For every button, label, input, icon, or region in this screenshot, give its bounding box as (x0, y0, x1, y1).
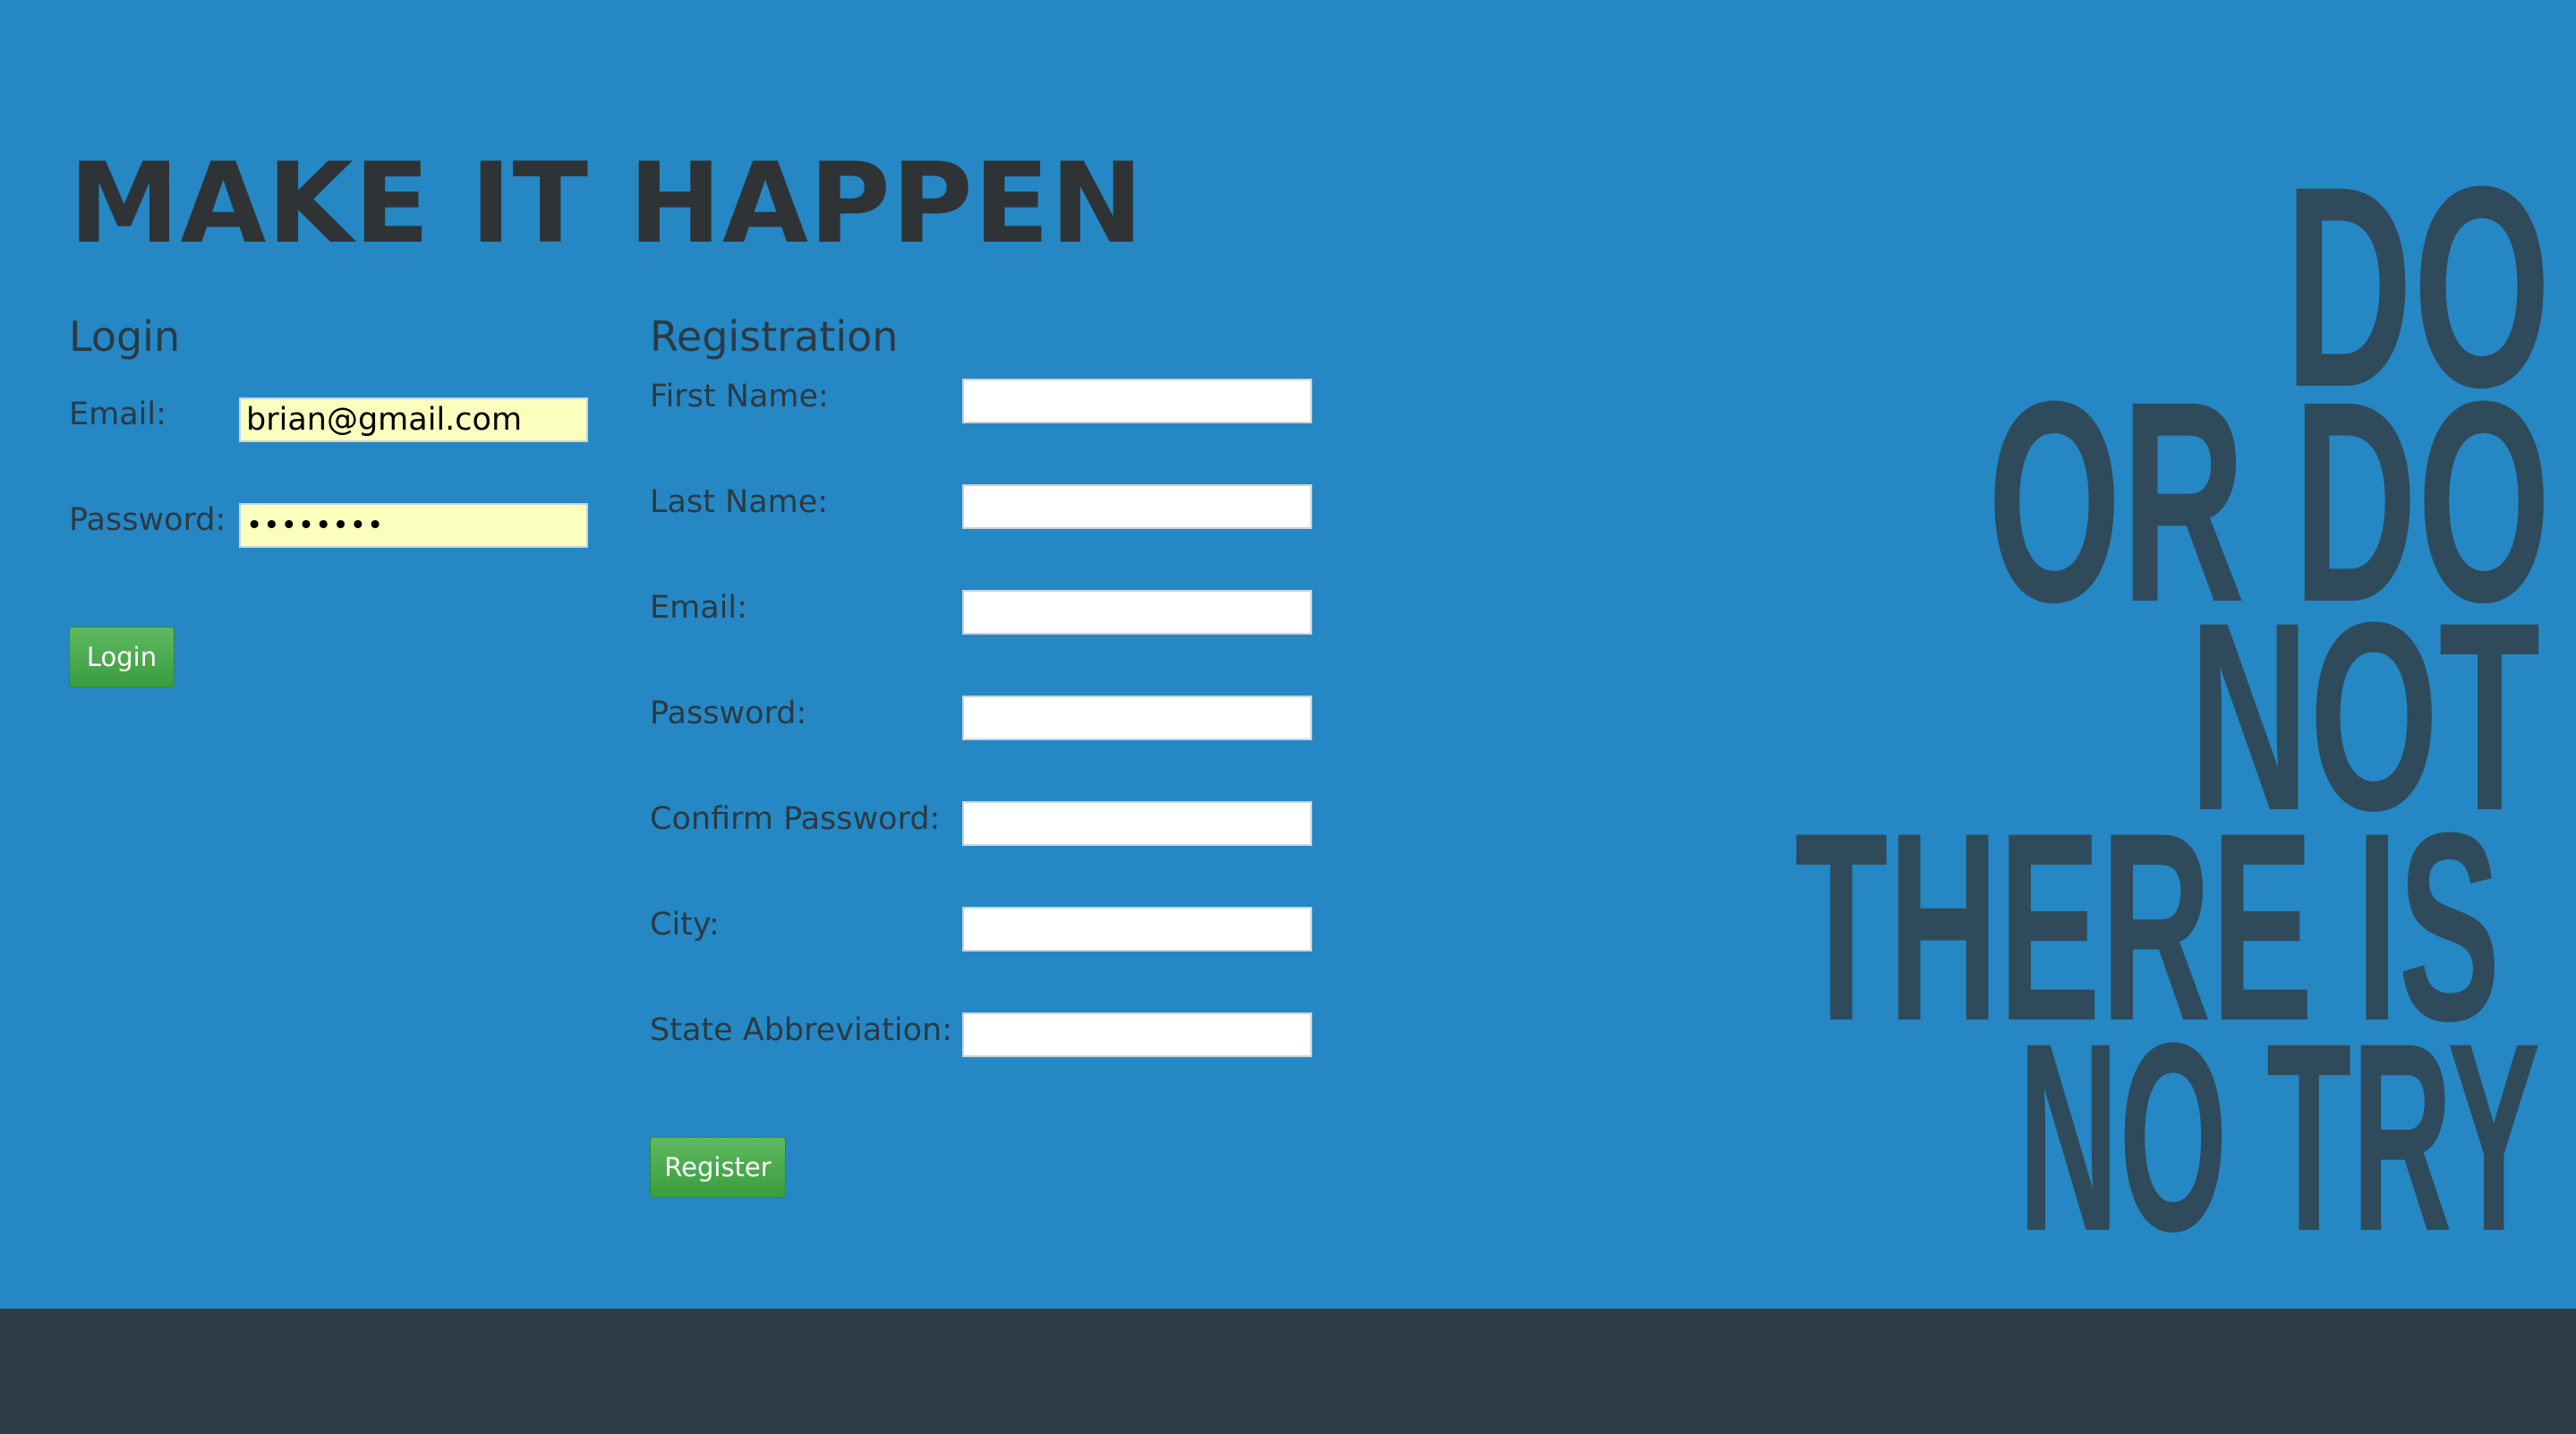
registration-heading: Registration (650, 312, 899, 361)
register-button[interactable]: Register (650, 1137, 786, 1198)
reg-last-name-input[interactable] (962, 484, 1312, 529)
footer (0, 1309, 2576, 1434)
reg-city-label: City: (650, 907, 720, 943)
login-heading: Login (69, 312, 181, 361)
reg-first-name-input[interactable] (962, 379, 1312, 423)
reg-password-label: Password: (650, 696, 807, 731)
reg-state-input[interactable] (962, 1012, 1312, 1057)
login-button[interactable]: Login (69, 627, 175, 687)
login-password-input[interactable] (239, 503, 588, 548)
reg-state-label: State Abbreviation: (650, 1012, 953, 1048)
reg-email-input[interactable] (962, 590, 1312, 635)
reg-confirm-password-label: Confirm Password: (650, 801, 941, 837)
reg-city-input[interactable] (962, 907, 1312, 952)
quote-graphic: DO OR DO NOT THERE IS NO TRY (1504, 125, 2576, 1307)
login-email-label: Email: (69, 397, 166, 432)
login-email-input[interactable] (239, 397, 588, 442)
page-title: MAKE IT HAPPEN (69, 140, 1145, 269)
reg-email-label: Email: (650, 590, 747, 626)
login-password-label: Password: (69, 502, 226, 538)
quote-line-5: NO TRY (2017, 986, 2540, 1287)
reg-password-input[interactable] (962, 696, 1312, 740)
reg-last-name-label: Last Name: (650, 484, 829, 520)
reg-confirm-password-input[interactable] (962, 801, 1312, 846)
main-panel: MAKE IT HAPPEN Login Email: Password: Lo… (0, 0, 2576, 1309)
reg-first-name-label: First Name: (650, 379, 829, 414)
